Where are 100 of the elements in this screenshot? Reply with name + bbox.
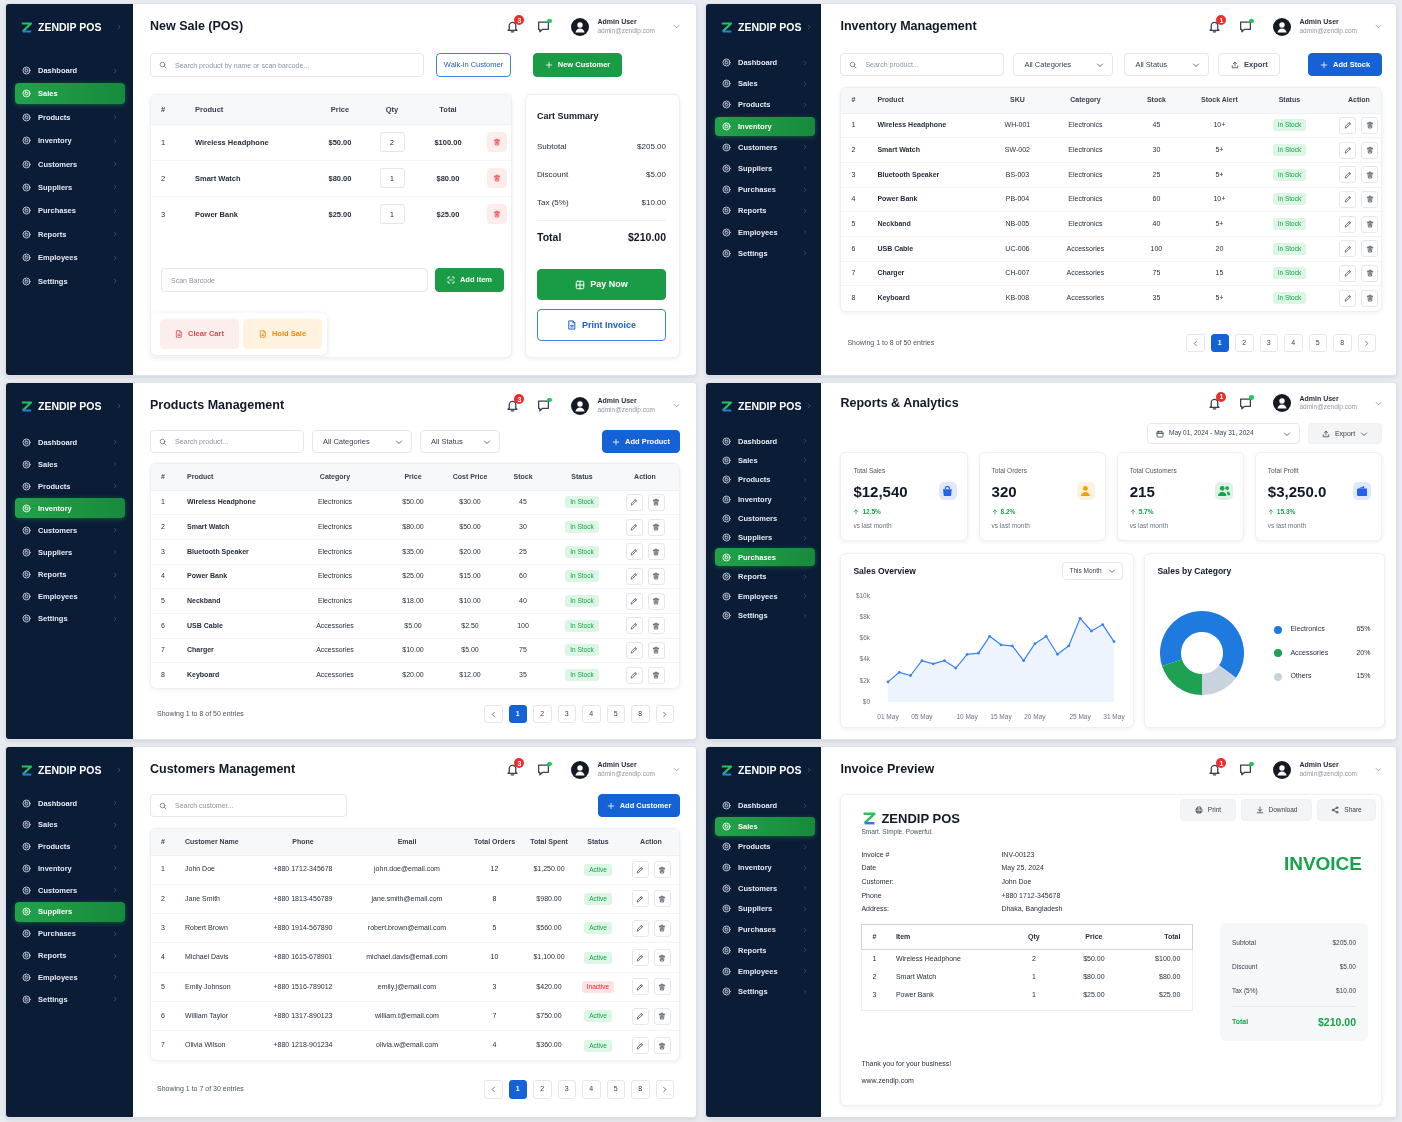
data-point	[954, 666, 958, 670]
chevron-right-icon	[112, 231, 118, 238]
edit-button[interactable]	[1339, 215, 1357, 233]
delete-button[interactable]	[1361, 289, 1379, 307]
edit-button[interactable]	[625, 543, 643, 561]
edit-button[interactable]	[625, 617, 643, 635]
bell-icon[interactable]	[1208, 396, 1222, 410]
edit-button[interactable]	[625, 493, 643, 511]
avatar-icon[interactable]	[571, 17, 590, 36]
bell-icon[interactable]	[506, 399, 520, 412]
delete-button[interactable]	[653, 1007, 671, 1025]
delete-button[interactable]	[1361, 264, 1379, 282]
delete-button[interactable]	[653, 1037, 671, 1055]
delete-button[interactable]	[653, 949, 671, 967]
delete-button[interactable]	[647, 518, 665, 536]
edit-button[interactable]	[631, 949, 649, 967]
delete-button[interactable]	[647, 592, 665, 610]
data-point	[966, 652, 969, 656]
logo-icon	[20, 763, 33, 777]
delete-button[interactable]	[653, 919, 671, 937]
edit-button[interactable]	[631, 1007, 649, 1025]
edit-button[interactable]	[1339, 141, 1357, 159]
circle-icon	[722, 591, 731, 601]
delete-button[interactable]	[1361, 240, 1379, 258]
edit-button[interactable]	[1339, 264, 1357, 282]
pencil-icon	[636, 865, 644, 874]
delete-button[interactable]	[653, 861, 671, 879]
delete-button[interactable]	[487, 132, 507, 152]
delete-button[interactable]	[647, 666, 665, 684]
chat-icon[interactable]	[1239, 763, 1253, 776]
edit-button[interactable]	[625, 641, 643, 659]
edit-button[interactable]	[631, 861, 649, 879]
data-point	[1067, 644, 1071, 648]
delete-button[interactable]	[1361, 166, 1379, 184]
edit-button[interactable]	[625, 666, 643, 684]
pencil-icon	[630, 523, 638, 532]
chevron-right-icon	[802, 988, 809, 995]
online-dot-icon	[547, 761, 552, 766]
chat-icon[interactable]	[1239, 396, 1253, 410]
bell-icon[interactable]	[1208, 20, 1222, 33]
delete-button[interactable]	[487, 168, 507, 188]
delete-button[interactable]	[653, 978, 671, 996]
chat-icon[interactable]	[537, 763, 551, 776]
delete-button[interactable]	[1361, 141, 1379, 159]
circle-icon	[722, 142, 731, 152]
delete-button[interactable]	[1361, 215, 1379, 233]
bell-icon[interactable]	[506, 20, 520, 33]
delete-button[interactable]	[1361, 190, 1379, 208]
edit-button[interactable]	[625, 592, 643, 610]
print-invoice-button[interactable]: Print Invoice	[537, 309, 666, 341]
delete-button[interactable]	[647, 543, 665, 561]
bell-icon[interactable]	[1208, 763, 1222, 776]
pay-now-button[interactable]: Pay Now	[537, 269, 666, 300]
edit-button[interactable]	[631, 890, 649, 908]
edit-button[interactable]	[625, 567, 643, 585]
chat-icon[interactable]	[1239, 20, 1253, 33]
avatar-icon[interactable]	[571, 760, 590, 779]
circle-icon	[722, 58, 731, 67]
bell-icon[interactable]	[506, 763, 520, 776]
stat-value: 320	[991, 483, 1017, 499]
chat-icon[interactable]	[537, 399, 551, 412]
chevron-right-icon	[802, 250, 809, 257]
delete-button[interactable]	[647, 641, 665, 659]
document-icon	[175, 330, 184, 338]
circle-icon	[722, 987, 731, 997]
brand-name: ZENDIP POS	[38, 20, 102, 34]
edit-button[interactable]	[631, 978, 649, 996]
delete-button[interactable]	[647, 493, 665, 511]
document-icon	[567, 320, 577, 330]
delete-button[interactable]	[653, 890, 671, 908]
edit-button[interactable]	[1339, 240, 1357, 258]
plus-icon	[606, 801, 615, 810]
page-title: Customers Management	[150, 763, 296, 776]
edit-button[interactable]	[1339, 166, 1357, 184]
edit-button[interactable]	[631, 919, 649, 937]
chevron-right-icon	[661, 710, 669, 718]
delete-button[interactable]	[647, 617, 665, 635]
delete-button[interactable]	[1361, 116, 1379, 134]
calendar-icon	[1156, 429, 1164, 438]
avatar-icon[interactable]	[1273, 17, 1292, 36]
edit-button[interactable]	[1339, 289, 1357, 307]
circle-icon	[22, 592, 31, 602]
trash-icon	[1365, 244, 1374, 253]
delete-button[interactable]	[647, 567, 665, 585]
edit-button[interactable]	[1339, 190, 1357, 208]
avatar-icon[interactable]	[1273, 760, 1292, 779]
delete-button[interactable]	[487, 204, 507, 225]
trash-icon	[652, 646, 660, 655]
circle-icon	[22, 229, 31, 239]
chevron-right-icon	[116, 24, 122, 30]
edit-button[interactable]	[631, 1037, 649, 1055]
chevron-right-icon	[802, 843, 809, 850]
chat-icon[interactable]	[537, 20, 551, 33]
edit-button[interactable]	[1339, 116, 1357, 134]
avatar-icon[interactable]	[1273, 394, 1292, 412]
data-point	[909, 674, 913, 677]
edit-button[interactable]	[625, 518, 643, 536]
circle-icon	[22, 276, 31, 286]
avatar-icon[interactable]	[571, 396, 590, 415]
trash-icon	[652, 621, 660, 630]
